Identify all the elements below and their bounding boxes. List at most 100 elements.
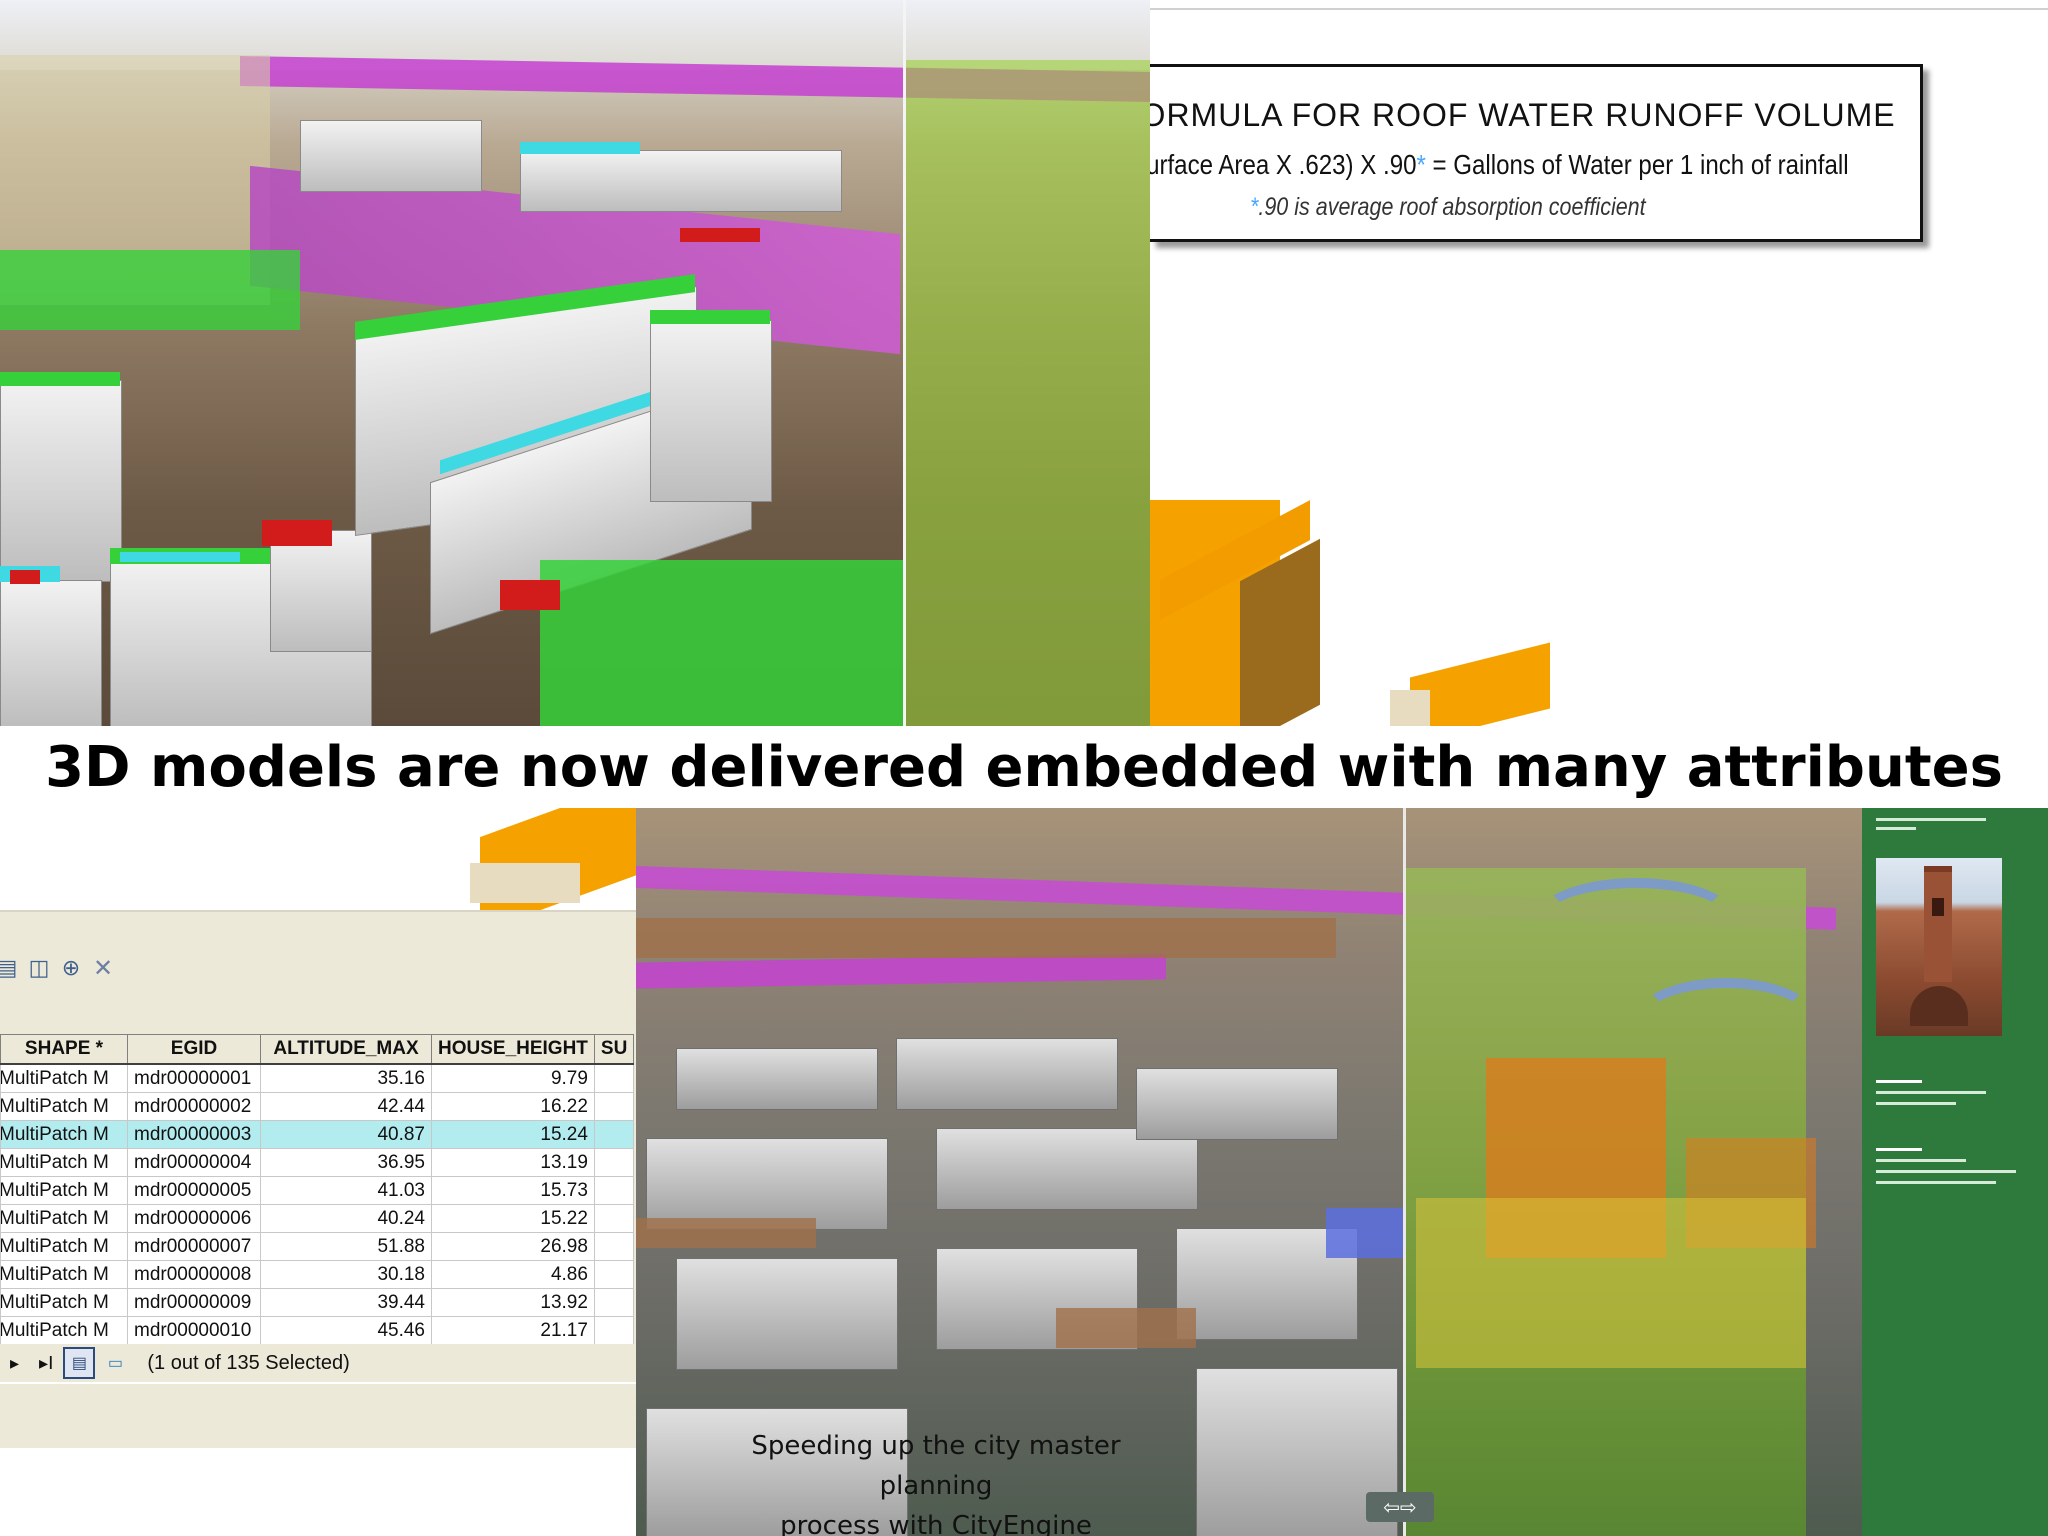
tower-window xyxy=(1932,898,1944,916)
object-info-panel xyxy=(1862,808,2048,1536)
zone-volume-brown xyxy=(636,1218,816,1248)
next-record-button[interactable]: ▸ xyxy=(10,1353,19,1374)
table-row[interactable]: MultiPatch Mmdr00000006 40.24 15.22 xyxy=(0,1204,635,1233)
cell-shape[interactable]: MultiPatch M xyxy=(0,1148,128,1177)
cell-house-height[interactable]: 15.73 xyxy=(431,1176,595,1205)
cell-house-height[interactable]: 15.22 xyxy=(431,1204,595,1233)
tower xyxy=(1924,866,1952,982)
river xyxy=(1636,978,1816,1058)
roof-red xyxy=(680,228,760,242)
cell-su[interactable] xyxy=(593,1316,635,1345)
building xyxy=(0,380,122,582)
roof-red xyxy=(262,520,332,546)
show-selected-records-icon[interactable]: ▭ xyxy=(101,1349,129,1377)
city-model-render-top xyxy=(0,0,1150,726)
cell-su[interactable] xyxy=(593,1120,635,1149)
cell-altitude-max[interactable]: 42.44 xyxy=(260,1092,432,1121)
cell-su[interactable] xyxy=(593,1260,635,1289)
cell-egid[interactable]: mdr00000002 xyxy=(127,1092,261,1121)
cell-su[interactable] xyxy=(593,1063,635,1093)
cell-su[interactable] xyxy=(593,1204,635,1233)
cell-altitude-max[interactable]: 45.46 xyxy=(260,1316,432,1345)
roof-red xyxy=(500,580,560,610)
cell-egid[interactable]: mdr00000007 xyxy=(127,1232,261,1261)
cell-house-height[interactable]: 13.92 xyxy=(431,1288,595,1317)
cell-egid[interactable]: mdr00000001 xyxy=(127,1063,261,1093)
cell-egid[interactable]: mdr00000004 xyxy=(127,1148,261,1177)
cell-egid[interactable]: mdr00000009 xyxy=(127,1288,261,1317)
table-row[interactable]: MultiPatch Mmdr00000008 30.18 4.86 xyxy=(0,1260,635,1289)
cell-altitude-max[interactable]: 40.87 xyxy=(260,1120,432,1149)
building-orange-side xyxy=(1390,690,1430,726)
cell-shape[interactable]: MultiPatch M xyxy=(0,1176,128,1205)
cell-su[interactable] xyxy=(593,1288,635,1317)
zone-volume-blue xyxy=(1326,1208,1406,1258)
cell-house-height[interactable]: 15.24 xyxy=(431,1120,595,1149)
cell-altitude-max[interactable]: 30.18 xyxy=(260,1260,432,1289)
slide-heading: 3D models are now delivered embedded wit… xyxy=(45,735,2003,800)
swipe-arrows-icon[interactable]: ⇦⇨ xyxy=(1366,1492,1434,1522)
cell-su[interactable] xyxy=(593,1176,635,1205)
comparison-slider-line[interactable] xyxy=(903,0,906,726)
table-row[interactable]: MultiPatch Mmdr00000004 36.95 13.19 xyxy=(0,1148,635,1177)
column-header-altitude-max[interactable]: ALTITUDE_MAX xyxy=(260,1034,432,1065)
zone-volume-yellow xyxy=(1416,1198,1806,1368)
cell-shape[interactable]: MultiPatch M xyxy=(0,1204,128,1233)
column-header-shape[interactable]: SHAPE * xyxy=(0,1034,128,1065)
cell-altitude-max[interactable]: 51.88 xyxy=(260,1232,432,1261)
select-by-attributes-icon[interactable]: ▤ xyxy=(0,955,20,981)
column-header-su[interactable]: SU xyxy=(593,1034,635,1065)
cell-altitude-max[interactable]: 41.03 xyxy=(260,1176,432,1205)
cell-house-height[interactable]: 4.86 xyxy=(431,1260,595,1289)
comparison-slider-line[interactable] xyxy=(1403,808,1406,1536)
cell-altitude-max[interactable]: 39.44 xyxy=(260,1288,432,1317)
cell-shape[interactable]: MultiPatch M xyxy=(0,1288,128,1317)
table-row[interactable]: MultiPatch Mmdr00000007 51.88 26.98 xyxy=(0,1232,635,1261)
cell-shape[interactable]: MultiPatch M xyxy=(0,1232,128,1261)
building-orange-side xyxy=(470,863,580,903)
table-row[interactable]: MultiPatch Mmdr00000009 39.44 13.92 xyxy=(0,1288,635,1317)
table-row[interactable]: MultiPatch Mmdr00000003 40.87 15.24 xyxy=(0,1120,635,1149)
info-properties-lines xyxy=(1876,1080,1986,1105)
cell-house-height[interactable]: 16.22 xyxy=(431,1092,595,1121)
cell-shape[interactable]: MultiPatch M xyxy=(0,1260,128,1289)
cell-su[interactable] xyxy=(593,1148,635,1177)
cell-su[interactable] xyxy=(593,1232,635,1261)
cell-shape[interactable]: MultiPatch M xyxy=(0,1316,128,1345)
cityengine-render: Speeding up the city master planning pro… xyxy=(636,808,2048,1536)
equation-suffix: = Gallons of Water per 1 inch of rainfal… xyxy=(1425,149,1849,180)
cell-egid[interactable]: mdr00000010 xyxy=(127,1316,261,1345)
cell-house-height[interactable]: 13.19 xyxy=(431,1148,595,1177)
table-row[interactable]: MultiPatch Mmdr00000001 35.16 9.79 xyxy=(0,1063,635,1093)
cell-shape[interactable]: MultiPatch M xyxy=(0,1092,128,1121)
show-all-records-icon[interactable]: ▤ xyxy=(63,1347,96,1379)
column-header-egid[interactable]: EGID xyxy=(127,1034,261,1065)
formula-equation: (Surface Area X .623) X .90* = Gallons o… xyxy=(1150,149,1849,181)
building xyxy=(270,530,372,652)
cell-egid[interactable]: mdr00000008 xyxy=(127,1260,261,1289)
cell-house-height[interactable]: 21.17 xyxy=(431,1316,595,1345)
cell-house-height[interactable]: 26.98 xyxy=(431,1232,595,1261)
building xyxy=(650,320,772,502)
table-row[interactable]: MultiPatch Mmdr00000005 41.03 15.73 xyxy=(0,1176,635,1205)
delete-icon[interactable]: ✕ xyxy=(90,954,116,982)
zoom-to-selected-icon[interactable]: ⊕ xyxy=(58,955,84,981)
table-row[interactable]: MultiPatch Mmdr00000010 45.46 21.17 xyxy=(0,1316,635,1345)
cell-altitude-max[interactable]: 40.24 xyxy=(260,1204,432,1233)
cell-house-height[interactable]: 9.79 xyxy=(431,1063,595,1093)
table-toolbar: ▤ ◫ ⊕ ✕ xyxy=(0,948,640,988)
cell-su[interactable] xyxy=(593,1092,635,1121)
cell-altitude-max[interactable]: 36.95 xyxy=(260,1148,432,1177)
clear-selection-icon[interactable]: ◫ xyxy=(26,955,52,981)
last-record-button[interactable]: ▸I xyxy=(39,1353,53,1374)
column-header-house-height[interactable]: HOUSE_HEIGHT xyxy=(431,1034,595,1065)
attribute-table-window: ▤ ◫ ⊕ ✕ SHAPE * EGID ALTITUDE_MAX HOUSE_… xyxy=(0,808,640,1448)
cell-shape[interactable]: MultiPatch M xyxy=(0,1063,128,1093)
caption: Speeding up the city master planning pro… xyxy=(716,1426,1156,1536)
table-row[interactable]: MultiPatch Mmdr00000002 42.44 16.22 xyxy=(0,1092,635,1121)
cell-egid[interactable]: mdr00000003 xyxy=(127,1120,261,1149)
cell-shape[interactable]: MultiPatch M xyxy=(0,1120,128,1149)
cell-altitude-max[interactable]: 35.16 xyxy=(260,1063,432,1093)
cell-egid[interactable]: mdr00000006 xyxy=(127,1204,261,1233)
cell-egid[interactable]: mdr00000005 xyxy=(127,1176,261,1205)
